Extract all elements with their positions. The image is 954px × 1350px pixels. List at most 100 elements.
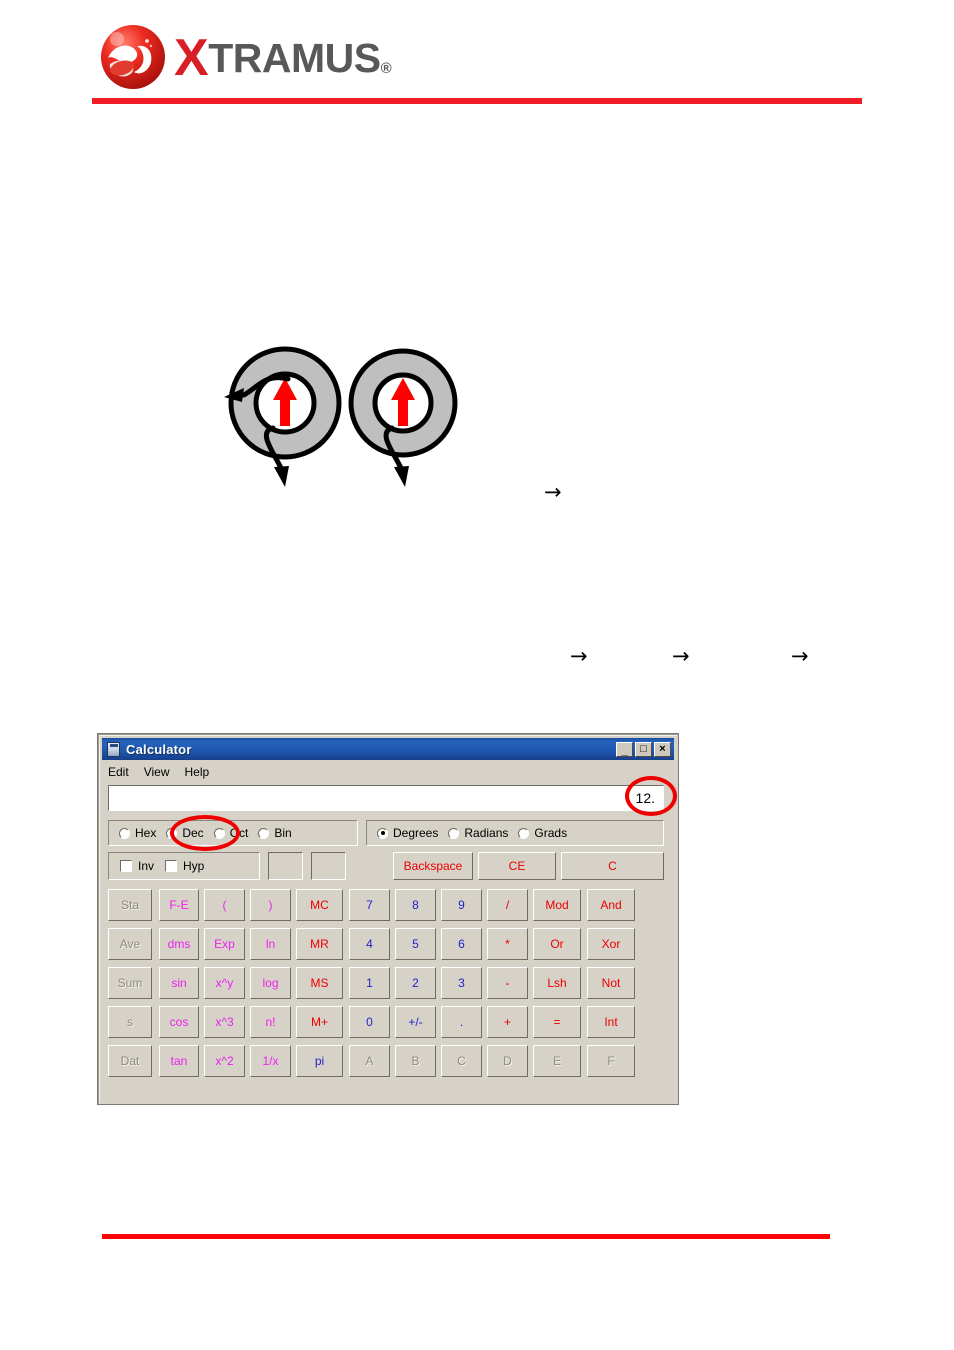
key-b: B	[395, 1045, 436, 1077]
key-log[interactable]: log	[250, 967, 291, 999]
xtramus-logo: XTRAMUS®	[100, 22, 430, 92]
close-icon: ×	[659, 742, 666, 755]
calculator-display[interactable]: 12.	[108, 785, 664, 811]
radio-angle-grads[interactable]: Grads	[518, 826, 567, 840]
calculator-menubar: Edit View Help	[103, 763, 668, 781]
number-base-group: Hex Dec Oct Bin	[108, 820, 358, 846]
c-button[interactable]: C	[561, 852, 664, 880]
key-3[interactable]: 3	[441, 967, 482, 999]
key-e: E	[533, 1045, 581, 1077]
document-header: XTRAMUS®	[0, 0, 954, 110]
calculator-titlebar[interactable]: Calculator _ □ ×	[102, 738, 674, 760]
header-divider-rule	[92, 98, 862, 104]
key-exp[interactable]: Exp	[204, 928, 245, 960]
ce-button[interactable]: CE	[478, 852, 556, 880]
radio-icon	[166, 827, 178, 839]
key-key[interactable]: /	[487, 889, 528, 921]
menu-item-view[interactable]: View	[144, 765, 170, 779]
key-int[interactable]: Int	[587, 1006, 635, 1038]
key-sum: Sum	[108, 967, 152, 999]
key-1[interactable]: 1	[349, 967, 390, 999]
key-dms[interactable]: dms	[159, 928, 199, 960]
radio-label: Hex	[135, 826, 157, 840]
key-9[interactable]: 9	[441, 889, 482, 921]
key-dat: Dat	[108, 1045, 152, 1077]
xtramus-wordmark: XTRAMUS®	[174, 32, 392, 84]
key-key[interactable]: -	[487, 967, 528, 999]
key-n[interactable]: n!	[250, 1006, 291, 1038]
key-pi[interactable]: pi	[296, 1045, 343, 1077]
right-arrow-icon: →	[544, 480, 562, 504]
key-x-y[interactable]: x^y	[204, 967, 245, 999]
radio-base-dec[interactable]: Dec	[166, 826, 204, 840]
radio-label: Bin	[274, 826, 292, 840]
key-mr[interactable]: MR	[296, 928, 343, 960]
checkbox-label: Hyp	[183, 859, 205, 873]
modifier-group: Inv Hyp	[108, 852, 260, 880]
right-arrow-icon: →	[570, 644, 588, 668]
radio-label: Grads	[534, 826, 568, 840]
key-xor[interactable]: Xor	[587, 928, 635, 960]
key-mc[interactable]: MC	[296, 889, 343, 921]
memory-indicator-1	[268, 852, 303, 880]
radio-base-bin[interactable]: Bin	[258, 826, 292, 840]
key-0[interactable]: 0	[349, 1006, 390, 1038]
key-mod[interactable]: Mod	[533, 889, 581, 921]
key-f-e[interactable]: F-E	[159, 889, 199, 921]
key-4[interactable]: 4	[349, 928, 390, 960]
key-c: C	[441, 1045, 482, 1077]
radio-angle-degrees[interactable]: Degrees	[377, 826, 438, 840]
key-6[interactable]: 6	[441, 928, 482, 960]
radio-label: Oct	[229, 826, 249, 840]
key-m[interactable]: M+	[296, 1006, 343, 1038]
key-key[interactable]: (	[204, 889, 245, 921]
key-lsh[interactable]: Lsh	[533, 967, 581, 999]
menu-item-help[interactable]: Help	[184, 765, 209, 779]
key-2[interactable]: 2	[395, 967, 436, 999]
key-ms[interactable]: MS	[296, 967, 343, 999]
key-1-x[interactable]: 1/x	[250, 1045, 291, 1077]
key-key[interactable]: *	[487, 928, 528, 960]
key-a: A	[349, 1045, 390, 1077]
menu-item-edit[interactable]: Edit	[108, 765, 129, 779]
key-cos[interactable]: cos	[159, 1006, 199, 1038]
key-sin[interactable]: sin	[159, 967, 199, 999]
key-tan[interactable]: tan	[159, 1045, 199, 1077]
radio-label: Degrees	[393, 826, 439, 840]
radio-base-oct[interactable]: Oct	[213, 826, 249, 840]
two-ring-torus-diagram	[224, 346, 458, 487]
checkbox-inv[interactable]: Inv	[120, 859, 154, 873]
key-ave: Ave	[108, 928, 152, 960]
key-key[interactable]: )	[250, 889, 291, 921]
key-8[interactable]: 8	[395, 889, 436, 921]
close-button[interactable]: ×	[654, 741, 671, 757]
key-key[interactable]: +/-	[395, 1006, 436, 1038]
maximize-button[interactable]: □	[635, 741, 652, 757]
wordmark-rest: TRAMUS	[208, 35, 381, 81]
display-value: 12.	[635, 790, 655, 806]
key-ln[interactable]: ln	[250, 928, 291, 960]
key-or[interactable]: Or	[533, 928, 581, 960]
radio-icon	[213, 827, 225, 839]
radio-icon	[448, 827, 460, 839]
key-and[interactable]: And	[587, 889, 635, 921]
backspace-button[interactable]: Backspace	[393, 852, 473, 880]
ring-right	[348, 348, 458, 487]
key-5[interactable]: 5	[395, 928, 436, 960]
key-key[interactable]: =	[533, 1006, 581, 1038]
minimize-icon: _	[621, 744, 628, 757]
radio-icon	[258, 827, 270, 839]
checkbox-hyp[interactable]: Hyp	[165, 859, 204, 873]
key-7[interactable]: 7	[349, 889, 390, 921]
minimize-button[interactable]: _	[616, 741, 633, 757]
radio-angle-radians[interactable]: Radians	[448, 826, 508, 840]
key-x-2[interactable]: x^2	[204, 1045, 245, 1077]
key-x-3[interactable]: x^3	[204, 1006, 245, 1038]
key-not[interactable]: Not	[587, 967, 635, 999]
key-key[interactable]: .	[441, 1006, 482, 1038]
right-arrow-icon: →	[672, 644, 690, 668]
radio-icon	[119, 827, 130, 839]
calculator-window: Calculator _ □ × Edit View Help 12. Hex D…	[97, 733, 679, 1105]
radio-base-hex[interactable]: Hex	[119, 826, 156, 840]
key-key[interactable]: +	[487, 1006, 528, 1038]
